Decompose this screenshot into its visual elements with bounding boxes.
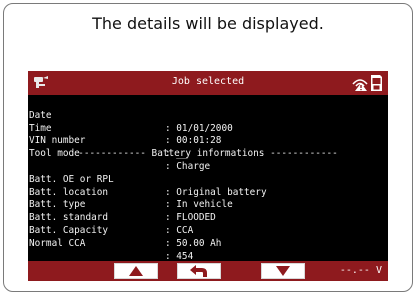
row-tool-mode: Tool mode : Charge [28, 135, 388, 172]
row-value: : 50.00 Ah [165, 237, 222, 249]
title-bar: Job selected [28, 71, 388, 95]
row-batt-standard: Batt. standard : CCA [28, 199, 388, 236]
job-details: Date : 01/01/2000 Time : 00:01:28 VIN nu… [28, 97, 388, 262]
row-label: Normal CCA [29, 237, 86, 249]
arrow-down-icon [276, 266, 290, 276]
status-icons [352, 75, 382, 91]
arrow-up-icon [129, 266, 143, 276]
row-label: Tool mode [29, 148, 80, 160]
screen-title: Job selected [171, 76, 245, 87]
row-vin: VIN number : __ [28, 123, 388, 159]
row-time: Time : 00:01:28 [28, 110, 388, 147]
row-batt-oe-rpl: Batt. OE or RPL : Original battery [28, 161, 388, 198]
row-batt-capacity: Batt. Capacity : 50.00 Ah [28, 212, 388, 249]
row-value: : __ [165, 148, 188, 160]
back-arrow-icon [190, 265, 207, 277]
device-screen: Job selected Date : 01/01/2000 Time : 00… [28, 71, 388, 281]
bottom-bar: --.-- V [28, 261, 388, 281]
wireless-alert-icon [352, 79, 368, 91]
caption-text: The details will be displayed. [92, 14, 324, 33]
row-batt-type: Batt. type : FLOODED [28, 187, 388, 223]
battery-section-header: ------------ Battery informations ------… [78, 148, 338, 160]
sd-card-icon [371, 75, 382, 91]
voltage-readout: --.-- V [339, 265, 382, 276]
back-button[interactable] [177, 263, 221, 279]
row-date: Date : 01/01/2000 [28, 97, 388, 134]
scroll-down-button[interactable] [261, 263, 305, 279]
row-normal-cca: Normal CCA : 454 [28, 225, 388, 262]
row-batt-location: Batt. location : In vehicle [28, 174, 388, 211]
scroll-up-button[interactable] [114, 263, 158, 279]
